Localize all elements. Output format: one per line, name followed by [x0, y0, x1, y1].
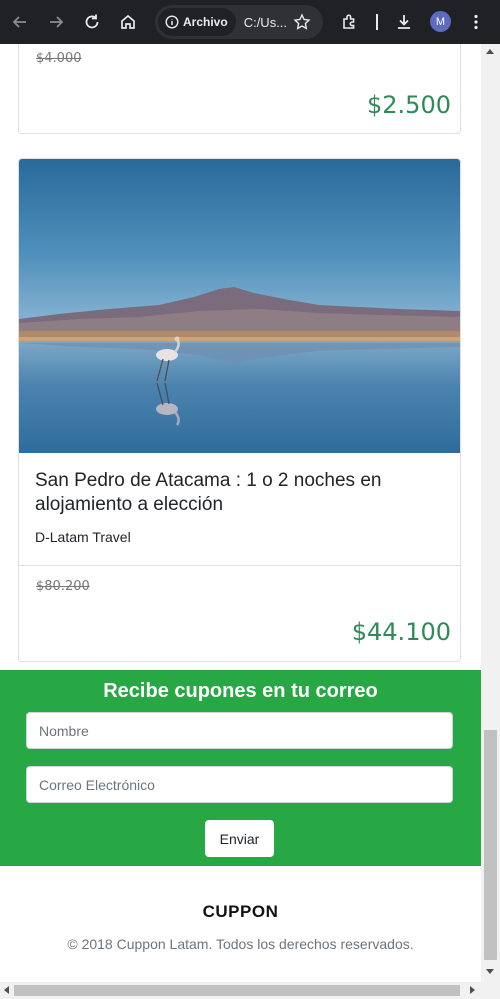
submit-button[interactable]: Enviar [205, 820, 274, 857]
card-title[interactable]: San Pedro de Atacama : 1 o 2 noches en a… [35, 469, 435, 517]
security-chip-label: Archivo [183, 15, 228, 29]
browser-toolbar: Archivo C:/Us... M [0, 0, 500, 44]
old-price: $4.000 [36, 51, 82, 66]
scroll-left-icon[interactable] [4, 986, 9, 994]
scroll-down-icon[interactable] [486, 969, 494, 974]
coupon-card[interactable]: $4.000 $2.500 [18, 44, 461, 134]
name-input[interactable] [26, 712, 453, 749]
footer-copyright: © 2018 Cuppon Latam. Todos los derechos … [67, 936, 414, 952]
footer-brand: CUPPON [202, 902, 279, 921]
bookmark-star-icon[interactable] [293, 13, 311, 31]
address-bar[interactable]: Archivo C:/Us... [155, 5, 323, 39]
forward-button[interactable] [43, 9, 69, 35]
site-info-chip[interactable]: Archivo [158, 8, 236, 36]
url-text: C:/Us... [243, 14, 288, 30]
menu-button[interactable] [463, 9, 489, 35]
coupon-card[interactable]: San Pedro de Atacama : 1 o 2 noches en a… [18, 158, 461, 662]
horizontal-scroll-thumb[interactable] [14, 985, 460, 996]
home-button[interactable] [115, 9, 141, 35]
email-input[interactable] [26, 766, 453, 803]
downloads-button[interactable] [391, 9, 417, 35]
arrow-right-icon [50, 16, 64, 28]
newsletter-title: Recibe cupones en tu correo [103, 680, 378, 702]
puzzle-icon [343, 14, 355, 29]
download-icon [398, 15, 410, 29]
card-vendor: D-Latam Travel [35, 529, 131, 545]
vertical-scrollbar[interactable] [481, 44, 500, 982]
kebab-menu-icon [474, 14, 478, 30]
extensions-button[interactable] [337, 9, 363, 35]
new-price: $44.100 [351, 618, 451, 646]
old-price: $80.200 [36, 579, 90, 594]
arrow-left-icon [12, 16, 26, 28]
new-price: $2.500 [367, 91, 451, 119]
card-divider [19, 565, 460, 566]
scroll-up-icon[interactable] [486, 49, 494, 54]
info-icon [165, 15, 179, 29]
scroll-right-icon[interactable] [470, 986, 475, 994]
toolbar-separator [376, 14, 378, 30]
reload-button[interactable] [79, 9, 105, 35]
page-viewport: $4.000 $2.500 San Pedro de Atacama: 1 o… [0, 44, 481, 982]
newsletter-section: Recibe cupones en tu correo Enviar [0, 670, 481, 866]
flamingo-lake-photo[interactable] [19, 159, 460, 453]
vertical-scroll-thumb[interactable] [484, 730, 497, 960]
back-button[interactable] [7, 9, 33, 35]
home-icon [121, 14, 135, 29]
reload-icon [85, 14, 99, 29]
horizontal-scrollbar[interactable] [0, 982, 500, 999]
page-footer: CUPPON © 2018 Cuppon Latam. Todos los de… [0, 866, 481, 982]
profile-avatar[interactable]: M [430, 11, 451, 32]
